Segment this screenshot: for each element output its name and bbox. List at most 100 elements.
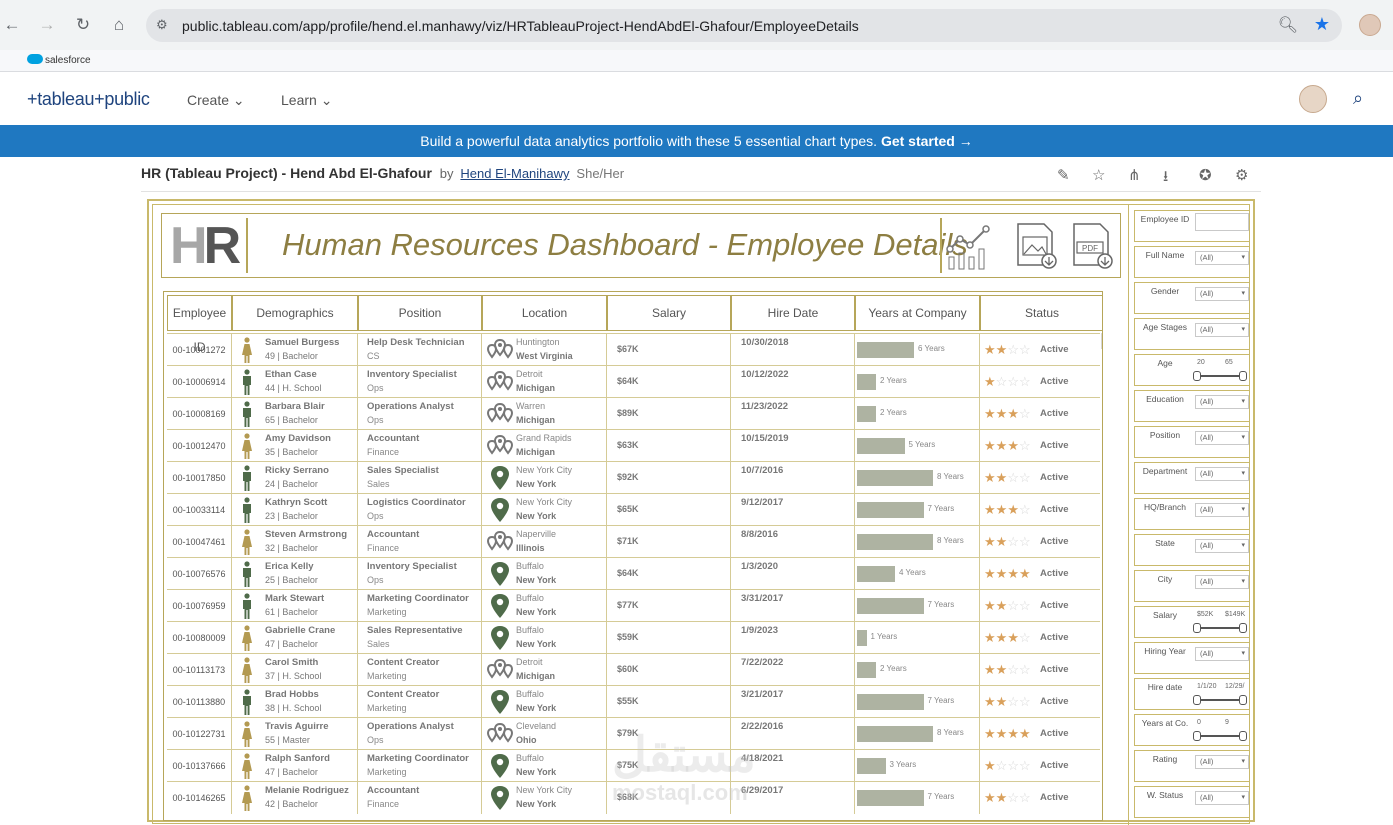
share-icon[interactable]: ⋔ xyxy=(1128,166,1141,184)
reload-icon[interactable]: ↻ xyxy=(72,14,94,36)
range-slider-max-handle[interactable] xyxy=(1239,623,1247,633)
table-row[interactable]: 00-10017850 Ricky Serrano 24 | Bachelor Sal… xyxy=(167,461,1100,494)
column-header-location[interactable]: Location xyxy=(482,295,607,331)
table-row[interactable]: 00-10006914 Ethan Case 44 | H. School Inven… xyxy=(167,365,1100,398)
table-row[interactable]: 00-10047461 Steven Armstrong 32 | Bachelor… xyxy=(167,525,1100,558)
table-row[interactable]: 00-10076576 Erica Kelly 25 | Bachelor Inven… xyxy=(167,557,1100,590)
range-slider-track[interactable] xyxy=(1197,735,1243,737)
range-slider-min-handle[interactable] xyxy=(1193,371,1201,381)
table-scrollbar[interactable] xyxy=(1101,333,1102,349)
filter-dropdown[interactable]: (All) ▾ xyxy=(1195,251,1249,265)
years-label: 6 Years xyxy=(918,344,945,353)
download-icon[interactable]: ⭳ xyxy=(1163,166,1168,191)
filter-value: (All) xyxy=(1200,397,1214,406)
range-slider-min-handle[interactable] xyxy=(1193,623,1201,633)
pdf-download-icon[interactable]: PDF xyxy=(1070,221,1116,271)
table-row[interactable]: 00-10001272 Samuel Burgess 49 | Bachelor He… xyxy=(167,333,1100,366)
table-row[interactable]: 00-10012470 Amy Davidson 35 | Bachelor Acco… xyxy=(167,429,1100,462)
back-icon[interactable]: ← xyxy=(1,14,23,36)
filter-dropdown[interactable]: (All) ▾ xyxy=(1195,431,1249,445)
filter-dropdown[interactable]: (All) ▾ xyxy=(1195,287,1249,301)
search-icon[interactable]: ⌕ xyxy=(1353,88,1363,109)
forward-icon[interactable]: → xyxy=(36,14,58,36)
column-header-years-at-company[interactable]: Years at Company xyxy=(855,295,980,331)
salary: $71K xyxy=(617,536,639,546)
column-header-salary[interactable]: Salary xyxy=(607,295,731,331)
table-row[interactable]: 00-10076959 Mark Stewart 61 | Bachelor Mark… xyxy=(167,589,1100,622)
url-text[interactable]: public.tableau.com/app/profile/hend.el.m… xyxy=(182,18,859,34)
filter-value: (All) xyxy=(1200,469,1214,478)
image-download-icon[interactable] xyxy=(1014,221,1060,271)
hire-date: 10/15/2019 xyxy=(741,433,789,444)
years-label: 2 Years xyxy=(880,664,907,673)
status-cell: ★★★☆ Active xyxy=(980,430,1100,462)
range-slider-track[interactable] xyxy=(1197,627,1243,629)
status-cell: ★★☆☆ Active xyxy=(980,462,1100,494)
chart-navigation-icon[interactable] xyxy=(946,221,992,271)
rating-stars: ★★★★ xyxy=(984,726,1031,742)
user-avatar[interactable] xyxy=(1299,85,1327,113)
range-slider-min-handle[interactable] xyxy=(1193,695,1201,705)
table-row[interactable]: 00-10008169 Barbara Blair 65 | Bachelor Ope… xyxy=(167,397,1100,430)
years-cell: 7 Years xyxy=(855,590,980,622)
department: Ops xyxy=(367,735,384,745)
filter-dropdown[interactable]: (All) ▾ xyxy=(1195,503,1249,517)
filter-dropdown[interactable]: (All) ▾ xyxy=(1195,539,1249,553)
range-slider-min-handle[interactable] xyxy=(1193,731,1201,741)
filter-dropdown[interactable]: (All) ▾ xyxy=(1195,395,1249,409)
zoom-icon[interactable]: 🔍︎ xyxy=(1278,15,1298,35)
table-row[interactable]: 00-10080009 Gabrielle Crane 47 | Bachelor S… xyxy=(167,621,1100,654)
filter-dropdown[interactable]: (All) ▾ xyxy=(1195,575,1249,589)
filter-dropdown[interactable]: (All) ▾ xyxy=(1195,323,1249,337)
salary-cell: $71K xyxy=(607,526,731,558)
table-row[interactable]: 00-10113173 Carol Smith 37 | H. School Cont… xyxy=(167,653,1100,686)
status-cell: ★★★☆ Active xyxy=(980,622,1100,654)
badge-icon[interactable]: ✪ xyxy=(1199,166,1212,184)
tableau-public-logo[interactable]: +tableau+public xyxy=(27,89,150,110)
employee-id: 00-10113880 xyxy=(167,686,232,718)
author-link[interactable]: Hend El-Manihawy xyxy=(460,166,569,181)
status-cell: ★★★★ Active xyxy=(980,558,1100,590)
bookmark-salesforce[interactable]: salesforce xyxy=(27,54,91,66)
salary: $64K xyxy=(617,568,639,578)
female-person-icon xyxy=(242,625,252,651)
filter-value: (All) xyxy=(1200,289,1214,298)
hire-date: 9/12/2017 xyxy=(741,497,784,508)
menu-create[interactable]: Create ⌄ xyxy=(187,92,245,109)
banner-cta-link[interactable]: Get started → xyxy=(881,133,973,149)
edit-icon[interactable]: ✎ xyxy=(1057,166,1070,184)
range-slider-track[interactable] xyxy=(1197,375,1243,377)
filter-dropdown[interactable]: (All) ▾ xyxy=(1195,467,1249,481)
table-row[interactable]: 00-10113880 Brad Hobbs 38 | H. School Conte… xyxy=(167,685,1100,718)
range-slider-max-handle[interactable] xyxy=(1239,371,1247,381)
column-header-demographics[interactable]: Demographics xyxy=(232,295,358,331)
menu-learn[interactable]: Learn ⌄ xyxy=(281,92,332,109)
filter-dropdown[interactable]: (All) ▾ xyxy=(1195,647,1249,661)
filter-state: State (All) ▾ xyxy=(1134,534,1250,566)
column-header-hire-date[interactable]: Hire Date xyxy=(731,295,855,331)
rating-stars: ★☆☆☆ xyxy=(984,374,1031,390)
browser-profile-avatar[interactable] xyxy=(1359,14,1381,36)
chevron-down-icon: ⌄ xyxy=(320,92,333,108)
site-info-icon[interactable]: ⚙ xyxy=(156,17,168,33)
bookmark-star-icon[interactable]: ★ xyxy=(1314,14,1330,35)
range-slider-track[interactable] xyxy=(1197,699,1243,701)
filter-dropdown[interactable]: (All) ▾ xyxy=(1195,791,1249,805)
home-icon[interactable]: ⌂ xyxy=(108,14,130,36)
range-slider-max-handle[interactable] xyxy=(1239,695,1247,705)
hire-date-cell: 3/21/2017 xyxy=(731,686,855,718)
column-header-employee-id[interactable]: Employee ID xyxy=(167,295,232,354)
favorite-star-icon[interactable]: ☆ xyxy=(1092,166,1105,184)
years-label: 8 Years xyxy=(937,728,964,737)
column-header-position[interactable]: Position xyxy=(358,295,482,331)
address-bar[interactable]: ⚙ public.tableau.com/app/profile/hend.el… xyxy=(146,9,1342,42)
table-row[interactable]: 00-10033114 Kathryn Scott 23 | Bachelor Log… xyxy=(167,493,1100,526)
status-cell: ★★★★ Active xyxy=(980,718,1100,750)
settings-gear-icon[interactable]: ⚙ xyxy=(1235,166,1248,184)
range-slider-max-handle[interactable] xyxy=(1239,731,1247,741)
years-cell: 7 Years xyxy=(855,686,980,718)
column-header-status[interactable]: Status xyxy=(980,295,1102,331)
filter-dropdown[interactable]: (All) ▾ xyxy=(1195,755,1249,769)
status-text: Active xyxy=(1040,632,1069,643)
filter-text-input[interactable] xyxy=(1195,213,1249,231)
